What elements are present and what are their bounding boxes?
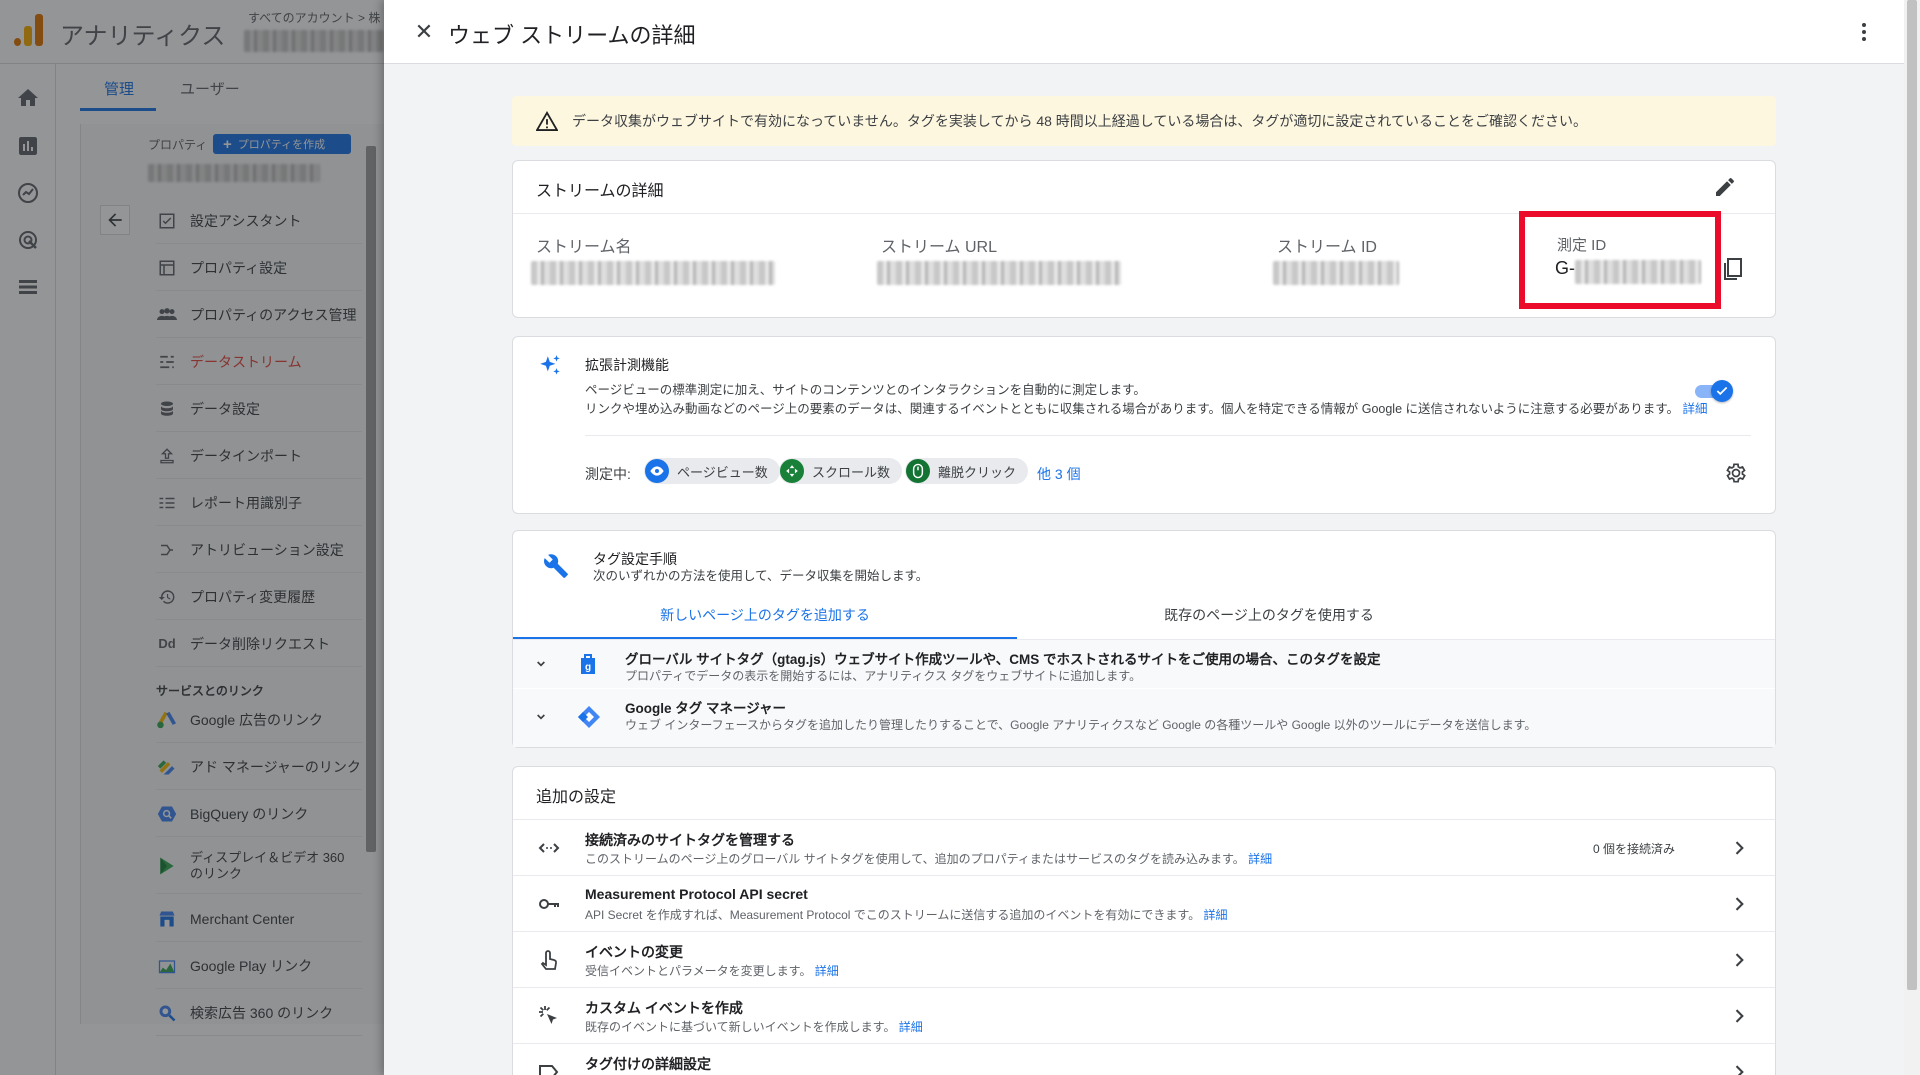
warning-icon: [536, 111, 558, 131]
key-icon: [539, 899, 559, 909]
learn-more-link[interactable]: 詳細: [815, 964, 839, 978]
list-item-create-custom-event[interactable]: カスタム イベントを作成 既存のイベントに基づいて新しいイベントを作成します。 …: [513, 987, 1775, 1043]
li-title: イベントの変更: [585, 944, 683, 960]
code-icon: [538, 843, 560, 853]
list-item-measurement-protocol[interactable]: Measurement Protocol API secret API Secr…: [513, 875, 1775, 931]
chip-label: スクロール数: [812, 464, 891, 480]
scroll-icon: [780, 459, 804, 483]
li-title: 接続済みのサイトタグを管理する: [585, 832, 795, 848]
svg-text:g: g: [585, 662, 591, 673]
enhanced-description-2: リンクや埋め込み動画などのページ上の要素のデータは、関連するイベントとともに収集…: [585, 400, 1708, 419]
measurement-id-prefix: G-: [1555, 258, 1575, 278]
chip-page-views: ページビュー数: [644, 458, 780, 484]
enhanced-description-1: ページビューの標準測定に加え、サイトのコンテンツとのインタラクションを自動的に測…: [585, 383, 1146, 397]
settings-gear-icon[interactable]: [1723, 461, 1747, 485]
measurement-id-label: 測定 ID: [1557, 237, 1607, 254]
warning-text: データ収集がウェブサイトで有効になっていません。タグを実装してから 48 時間以…: [572, 113, 1587, 129]
learn-more-link[interactable]: 詳細: [1204, 908, 1228, 922]
more-vert-icon[interactable]: [1850, 18, 1878, 46]
gtm-row-title: Google タグ マネージャー: [625, 701, 787, 716]
gtag-row-title: グローバル サイトタグ（gtag.js）ウェブサイト作成ツールや、CMS でホス…: [625, 652, 1381, 667]
chip-outbound-clicks: 離脱クリック: [905, 458, 1029, 484]
gtag-expand-row[interactable]: g グローバル サイトタグ（gtag.js）ウェブサイト作成ツールや、CMS で…: [513, 640, 1775, 688]
stream-name-label: ストリーム名: [536, 239, 632, 256]
tab-use-existing-tag[interactable]: 既存のページ上のタグを使用する: [1017, 591, 1521, 639]
gtm-expand-row[interactable]: Google タグ マネージャー ウェブ インターフェースからタグを追加したり管…: [513, 689, 1775, 747]
li-title: カスタム イベントを作成: [585, 1000, 743, 1016]
li-subtitle: 受信イベントとパラメータを変更します。 詳細: [585, 962, 839, 979]
wrench-icon: [544, 554, 568, 578]
chip-label: 離脱クリック: [938, 464, 1017, 480]
enhanced-description-2-text: リンクや埋め込み動画などのページ上の要素のデータは、関連するイベントとともに収集…: [585, 402, 1680, 416]
chevron-right-icon: [1735, 1009, 1744, 1023]
chevron-right-icon: [1735, 841, 1744, 855]
learn-more-link[interactable]: 詳細: [1248, 852, 1272, 866]
measurement-id-value-redacted: [1575, 260, 1701, 284]
tagging-instructions-card: タグ設定手順 次のいずれかの方法を使用して、データ収集を開始します。 新しいペー…: [512, 530, 1776, 748]
chip-scrolls: スクロール数: [779, 458, 903, 484]
modal-scrim[interactable]: [0, 0, 384, 1075]
sparkle-click-icon: [539, 1006, 557, 1024]
tag-manager-icon: [578, 706, 600, 728]
chevron-right-icon: [1735, 897, 1744, 911]
li-subtitle: 既存のイベントに基づいて新しいイベントを作成します。 詳細: [585, 1018, 923, 1035]
chevron-right-icon: [1735, 1065, 1744, 1075]
stream-name-value-redacted: [531, 261, 775, 285]
enhanced-measurement-card: 拡張計測機能 ページビューの標準測定に加え、サイトのコンテンツとのインタラクショ…: [512, 336, 1776, 514]
copy-icon[interactable]: [1723, 257, 1745, 281]
gtag-row-subtitle: プロパティでデータの表示を開始するには、アナリティクス タグをウェブサイトに追加…: [625, 669, 1142, 683]
tagging-title: タグ設定手順: [593, 551, 677, 567]
additional-settings-title: 追加の設定: [536, 789, 617, 806]
chevron-right-icon: [1735, 953, 1744, 967]
gtag-icon: g: [581, 654, 595, 674]
edit-pencil-icon[interactable]: [1713, 175, 1737, 199]
gtm-row-subtitle: ウェブ インターフェースからタグを追加したり管理したりすることで、Google …: [625, 718, 1537, 732]
chevron-down-icon: [537, 714, 545, 720]
eye-icon: [645, 459, 669, 483]
enhanced-divider: [585, 435, 1751, 436]
mouse-icon: [906, 459, 930, 483]
li-title: Measurement Protocol API secret: [585, 886, 808, 902]
list-item-tagging-settings[interactable]: タグ付けの詳細設定: [513, 1043, 1775, 1075]
label-icon: [539, 1065, 559, 1075]
web-stream-details-drawer: ✕ ウェブ ストリームの詳細 データ収集がウェブサイトで有効になっていません。タ…: [384, 0, 1904, 1075]
enhanced-learn-more-link[interactable]: 詳細: [1683, 402, 1708, 416]
additional-settings-card: 追加の設定 接続済みのサイトタグを管理する このストリームのページ上のグローバル…: [512, 766, 1776, 1075]
li-subtitle: API Secret を作成すれば、Measurement Protocol で…: [585, 906, 1228, 923]
check-icon: [1716, 386, 1728, 396]
li-subtitle-text: 受信イベントとパラメータを変更します。: [585, 964, 812, 978]
li-subtitle: このストリームのページ上のグローバル サイトタグを使用して、追加のプロパティまた…: [585, 850, 1272, 867]
li-subtitle-text: このストリームのページ上のグローバル サイトタグを使用して、追加のプロパティまた…: [585, 852, 1245, 866]
stream-url-label: ストリーム URL: [881, 239, 997, 256]
stream-id-label: ストリーム ID: [1277, 239, 1377, 256]
list-item-connected-site-tags[interactable]: 接続済みのサイトタグを管理する このストリームのページ上のグローバル サイトタグ…: [513, 819, 1775, 875]
drawer-title: ウェブ ストリームの詳細: [448, 23, 696, 48]
connected-count: 0 個を接続済み: [1593, 842, 1676, 856]
li-subtitle-text: API Secret を作成すれば、Measurement Protocol で…: [585, 908, 1201, 922]
page-scrollbar-thumb[interactable]: [1907, 0, 1917, 990]
touch-icon: [540, 950, 557, 970]
enhanced-measurement-toggle[interactable]: [1695, 379, 1733, 402]
sparkle-icon: [540, 355, 560, 375]
tab-add-new-tag[interactable]: 新しいページ上のタグを追加する: [513, 591, 1017, 639]
chevron-down-icon: [537, 661, 545, 667]
measuring-label: 測定中:: [585, 466, 631, 482]
learn-more-link[interactable]: 詳細: [899, 1020, 923, 1034]
stream-details-title: ストリームの詳細: [536, 183, 664, 200]
more-measurements-link[interactable]: 他 3 個: [1037, 464, 1081, 484]
data-collection-warning: データ収集がウェブサイトで有効になっていません。タグを実装してから 48 時間以…: [512, 96, 1776, 146]
stream-url-value-redacted: [877, 261, 1121, 285]
close-icon[interactable]: ✕: [412, 19, 436, 44]
li-subtitle-text: 既存のイベントに基づいて新しいイベントを作成します。: [585, 1020, 896, 1034]
drawer-header: ✕ ウェブ ストリームの詳細: [384, 0, 1904, 64]
tagging-subtitle: 次のいずれかの方法を使用して、データ収集を開始します。: [593, 569, 929, 583]
enhanced-measurement-title: 拡張計測機能: [585, 357, 669, 373]
list-item-modify-events[interactable]: イベントの変更 受信イベントとパラメータを変更します。 詳細: [513, 931, 1775, 987]
li-title: タグ付けの詳細設定: [585, 1056, 711, 1072]
stream-id-value-redacted: [1273, 261, 1399, 285]
stream-details-card: ストリームの詳細 ストリーム名 ストリーム URL ストリーム ID 測定 ID…: [512, 160, 1776, 318]
chip-label: ページビュー数: [677, 464, 768, 480]
